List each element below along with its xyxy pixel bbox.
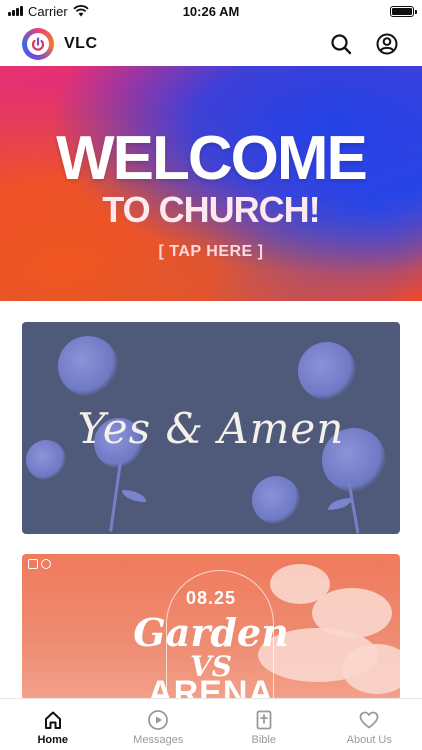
- hero-title: WELCOME: [56, 124, 368, 193]
- hero-subtitle: TO CHURCH!: [102, 189, 320, 230]
- tab-home[interactable]: Home: [8, 708, 98, 746]
- stem-decoration: [109, 462, 122, 532]
- battery-icon: [390, 5, 417, 17]
- tab-messages[interactable]: Messages: [113, 708, 203, 746]
- welcome-banner[interactable]: WELCOME TO CHURCH! [ TAP HERE ]: [0, 66, 422, 301]
- tab-about-us[interactable]: About Us: [324, 708, 414, 746]
- card-title-line1: Garden: [133, 610, 289, 655]
- search-icon[interactable]: [328, 31, 354, 57]
- account-icon[interactable]: [374, 31, 400, 57]
- series-card-garden-arena[interactable]: 08.25 Garden VS ARENA: [22, 554, 400, 700]
- status-left: Carrier: [8, 4, 89, 19]
- header-actions: [328, 31, 400, 57]
- signal-icon: [8, 6, 23, 16]
- app-name: VLC: [64, 35, 98, 52]
- brand[interactable]: VLC: [22, 28, 98, 60]
- app-header: VLC: [0, 24, 422, 64]
- carrier-label: Carrier: [28, 3, 68, 19]
- home-icon: [41, 708, 65, 732]
- wifi-icon: [73, 5, 89, 17]
- bible-icon: [252, 708, 276, 732]
- card-badges: [28, 559, 51, 569]
- play-icon: [146, 708, 170, 732]
- app-logo-icon: [22, 28, 54, 60]
- status-bar: Carrier 10:26 AM: [0, 0, 422, 22]
- series-card-yes-amen[interactable]: Yes & Amen: [22, 322, 400, 534]
- rose-decoration: [252, 476, 300, 524]
- heart-icon: [357, 708, 381, 732]
- card-title-line3: ARENA: [148, 674, 274, 700]
- tab-bible[interactable]: Bible: [219, 708, 309, 746]
- tab-label: Bible: [251, 733, 276, 746]
- card-script-title: Yes & Amen: [77, 404, 345, 453]
- tab-label: Messages: [133, 733, 184, 746]
- tab-label: Home: [37, 733, 69, 746]
- rose-decoration: [298, 342, 356, 400]
- hero-cta: [ TAP HERE ]: [158, 243, 264, 260]
- leaf-decoration: [122, 490, 146, 502]
- tab-label: About Us: [346, 733, 392, 746]
- card-date: 08.25: [185, 588, 237, 608]
- leaf-decoration: [328, 498, 352, 510]
- rose-decoration: [58, 336, 118, 396]
- bottom-tab-bar: Home Messages Bible About Us: [0, 698, 422, 750]
